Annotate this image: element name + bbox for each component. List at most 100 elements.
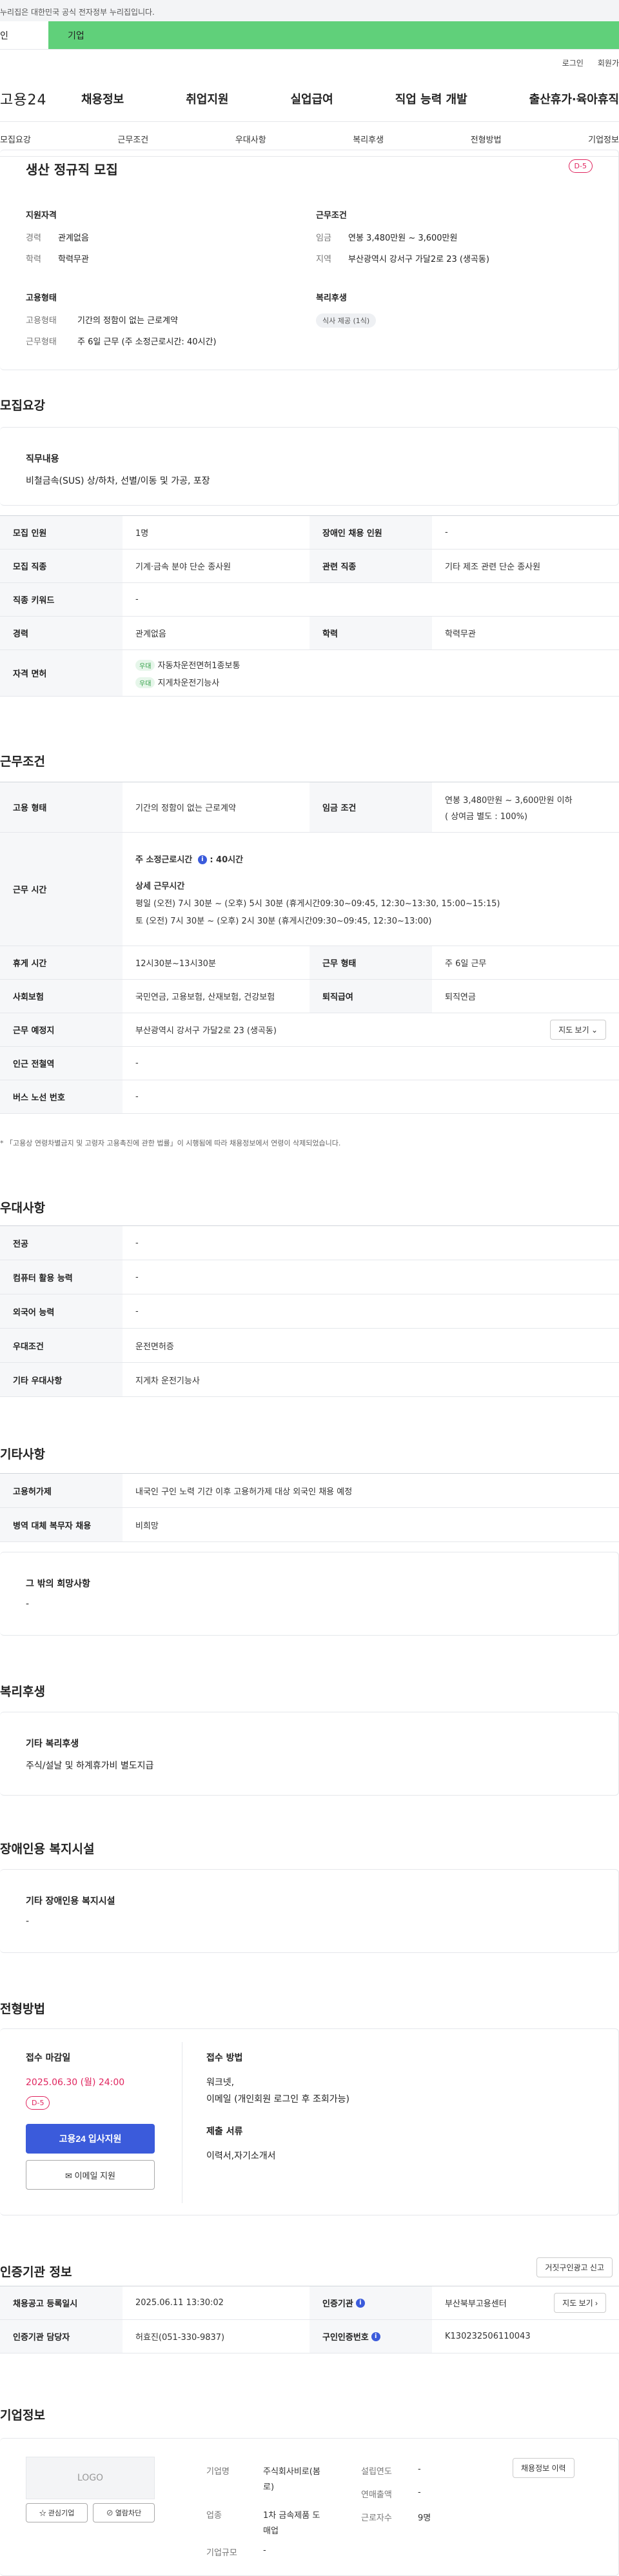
table-header-cell: 외국어 능력 [0, 1294, 123, 1328]
detail-hours-heading: 상세 근무시간 [135, 881, 185, 891]
table-cell: 기계·금속 분야 단순 종사원 [135, 562, 231, 572]
summary-value: 기간의 정함이 없는 근로계약 [77, 316, 178, 326]
table-cell: 학력무관 [445, 629, 476, 639]
table-header-cell: 관련 직종 [310, 550, 432, 582]
company-name-value-2: 로) [263, 2482, 275, 2492]
agency-table: 채용공고 등록일시 2025.06.11 13:30:02 인증기관 i 부산북부… [0, 2286, 619, 2353]
apply-button[interactable]: 고용24 입사지원 [26, 2124, 155, 2154]
table-header-cell: 채용공고 등록일시 [0, 2286, 123, 2319]
age-notice: * 「고용상 연령차별금지 및 고령자 고용촉진에 관한 법률」이 시행됨에 따… [0, 1139, 341, 1147]
anchor-recruit[interactable]: 모집요강 [0, 133, 31, 145]
company-section-title: 기업정보 [0, 2408, 45, 2422]
recruit-section-title: 모집요강 [0, 399, 45, 413]
disability-section-title: 장애인용 복지시설 [0, 1842, 95, 1856]
email-apply-button[interactable]: ✉ 이메일 지원 [26, 2160, 155, 2190]
menu-vocational-training[interactable]: 직업 능력 개발 [395, 90, 467, 107]
main-menu: 채용정보 취업지원 실업급여 직업 능력 개발 출산휴가·육아휴직 [81, 90, 619, 107]
cert-no-label: 구인인증번호 [322, 2333, 369, 2343]
table-header-cell: 임금 조건 [310, 782, 432, 832]
table-cell: - [135, 1092, 139, 1102]
table-cell: 퇴직연금 [445, 993, 476, 1002]
disability-box-text: - [26, 1916, 30, 1927]
tab-company[interactable]: 기업 [48, 21, 619, 49]
tab-personal[interactable]: 인 [0, 21, 48, 49]
etc-section-title: 기타사항 [0, 1447, 45, 1461]
work-heading: 근무조건 [316, 211, 347, 221]
anchor-preferred[interactable]: 우대사항 [235, 133, 266, 145]
menu-parental-leave[interactable]: 출산휴가·육아휴직 [529, 90, 619, 107]
apply-card: 접수 마감일 2025.06.30 (월) 24:00 D-5 고용24 입사지… [0, 2028, 619, 2215]
login-link[interactable]: 로그인 [562, 57, 584, 75]
table-row: 기타 우대사항 지게차 운전기능사 [0, 1363, 619, 1397]
info-icon[interactable]: i [197, 855, 207, 864]
other-wishes-text: - [26, 1599, 30, 1609]
favorite-company-button[interactable]: ☆ 관심기업 [26, 2503, 88, 2522]
table-row: 우대조건 운전면허증 [0, 1329, 619, 1363]
summary-key: 경력 [26, 233, 41, 243]
industry-value-1: 1차 금속제품 도 [263, 2511, 320, 2521]
summary-key: 지역 [316, 255, 331, 264]
menu-unemployment-benefit[interactable]: 실업급여 [291, 90, 333, 107]
employees-label: 근로자수 [361, 2513, 392, 2523]
table-cell: 운전면허증 [135, 1342, 174, 1352]
conditions-table: 고용 형태 기간의 정함이 없는 근로계약 임금 조건 연봉 3,480만원 ~… [0, 782, 619, 1114]
table-header-cell: 전공 [0, 1226, 123, 1260]
table-cell: - [135, 1058, 139, 1068]
table-row: 경력 관계없음 학력 학력무관 [0, 617, 619, 650]
table-header-cell: 고용허가제 [0, 1474, 123, 1507]
table-cell: K130232506110043 [445, 2332, 531, 2341]
info-icon[interactable]: i [355, 2298, 365, 2308]
anchor-screening[interactable]: 전형방법 [471, 133, 502, 145]
agency-map-button[interactable]: 지도 보기 › [554, 2293, 606, 2313]
table-header-cell: 버스 노선 번호 [0, 1080, 123, 1113]
table-header-cell: 인증기관 담당자 [0, 2320, 123, 2353]
summary-value: 관계없음 [58, 233, 89, 243]
method-heading: 접수 방법 [206, 2053, 243, 2063]
table-header-cell: 근무 예정지 [0, 1013, 123, 1046]
table-row: 병역 대체 복무자 채용 비희망 [0, 1508, 619, 1542]
signup-link[interactable]: 회원가 [598, 57, 619, 75]
table-cell: 국민연금, 고용보험, 산재보험, 건강보험 [135, 993, 275, 1002]
hiring-history-button[interactable]: 채용정보 이력 [513, 2458, 575, 2478]
table-cell: 1명 [135, 529, 149, 539]
table-cell: 허효진(051-330-9837) [135, 2333, 225, 2343]
summary-value: 부산광역시 강서구 가달2로 23 (생곡동) [348, 255, 489, 264]
table-header-cell: 병역 대체 복무자 채용 [0, 1508, 123, 1541]
agency-org-label: 인증기관 [322, 2299, 353, 2309]
table-cell: 기타 제조 관련 단순 종사원 [445, 562, 541, 572]
company-size-label: 기업규모 [206, 2548, 237, 2558]
anchor-conditions[interactable]: 근무조건 [117, 133, 148, 145]
welfare-heading: 복리후생 [316, 293, 347, 303]
anchor-company[interactable]: 기업정보 [588, 133, 619, 145]
deadline-value: 2025.06.30 (월) 24:00 [26, 2077, 125, 2088]
info-icon[interactable]: i [371, 2332, 380, 2341]
menu-employment-support[interactable]: 취업지원 [186, 90, 228, 107]
table-cell: - [445, 528, 448, 537]
table-row: 컴퓨터 활용 능력 - [0, 1260, 619, 1294]
company-size-value: - [263, 2546, 266, 2555]
anchor-welfare[interactable]: 복리후생 [353, 133, 384, 145]
license-item: 자동차운전면허1종보통 [157, 660, 241, 671]
table-row: 직종 키워드 - [0, 583, 619, 617]
table-row: 자격 면허 우대 자동차운전면허1종보통 우대 지게차운전기능사 [0, 650, 619, 697]
location-cell: 부산광역시 강서구 가달2로 23 (생곡동) 지도 보기 ⌄ [123, 1013, 619, 1046]
table-row: 전공 - [0, 1226, 619, 1260]
wage-cell: 연봉 3,480만원 ~ 3,600만원 이하 ( 상여금 별도 : 100%) [432, 782, 619, 832]
report-false-ad-button[interactable]: 거짓구인광고 신고 [536, 2257, 613, 2277]
map-view-button[interactable]: 지도 보기 ⌄ [550, 1020, 606, 1040]
conditions-section-title: 근무조건 [0, 755, 45, 769]
company-name-label: 기업명 [206, 2467, 230, 2477]
table-header-cell: 휴게 시간 [0, 946, 123, 979]
recruit-table: 모집 인원 1명 장애인 채용 인원 - 모집 직종 기계·금속 분야 단순 종… [0, 515, 619, 697]
summary-key: 근무형태 [26, 337, 57, 347]
block-company-button[interactable]: ⊘ 열람차단 [93, 2503, 155, 2522]
deadline-heading: 접수 마감일 [26, 2053, 71, 2063]
welfare-chip: 식사 제공 (1식) [316, 313, 377, 328]
site-logo[interactable]: 고용24 [0, 88, 81, 109]
menu-recruit[interactable]: 채용정보 [81, 90, 124, 107]
table-row: 인근 전철역 - [0, 1047, 619, 1080]
welfare-box-heading: 기타 복리후생 [26, 1739, 79, 1749]
license-item: 지게차운전기능사 [157, 678, 220, 688]
table-row: 외국어 능력 - [0, 1294, 619, 1329]
table-row: 근무 예정지 부산광역시 강서구 가달2로 23 (생곡동) 지도 보기 ⌄ [0, 1013, 619, 1047]
